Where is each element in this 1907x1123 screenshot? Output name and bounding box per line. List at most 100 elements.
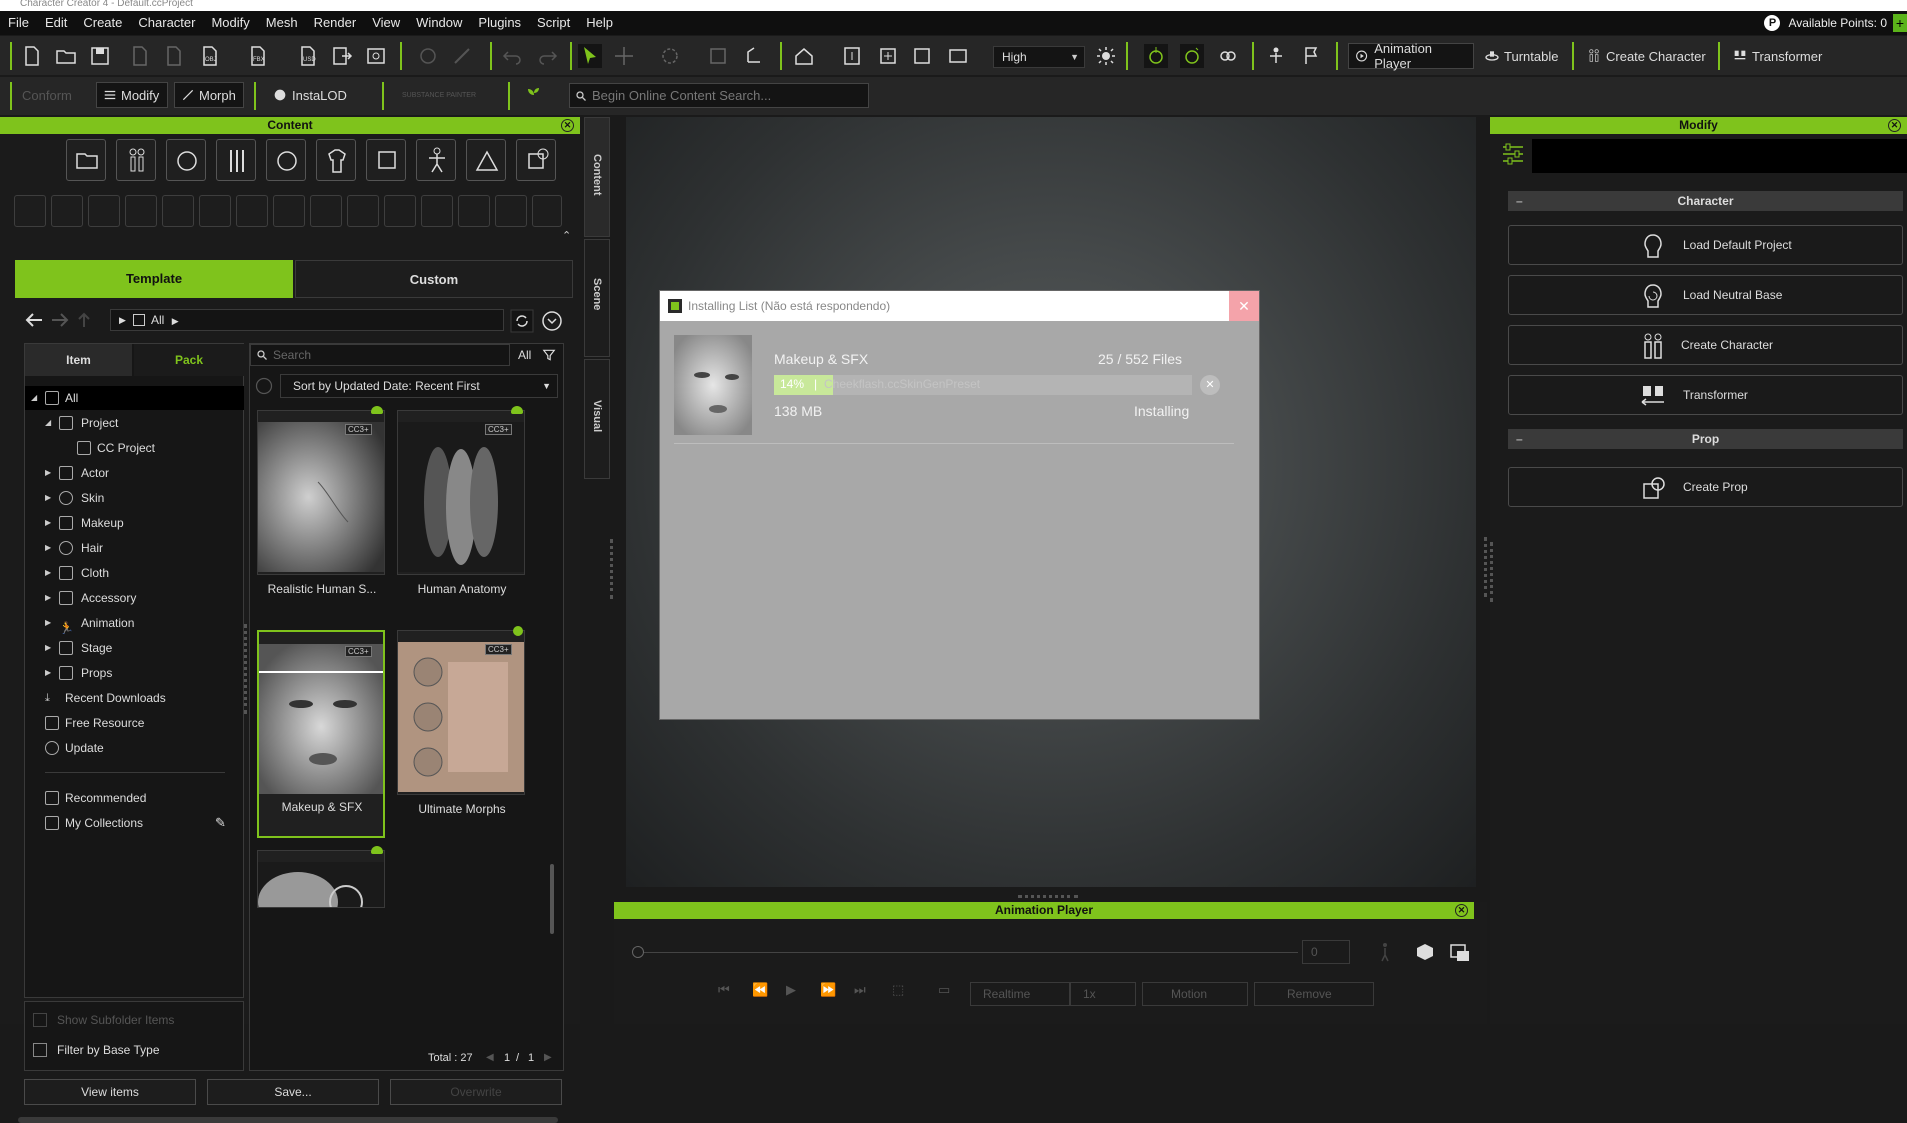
slot[interactable] [125,195,157,227]
prev-page-icon[interactable]: ◀ [486,1052,494,1063]
record-icon[interactable]: ▭ [938,982,950,998]
save-icon[interactable] [88,44,112,68]
frame-icon[interactable] [876,44,900,68]
light-icon[interactable] [1094,44,1118,68]
tree-item-hair[interactable]: ▶ Hair [25,536,244,560]
modify-button[interactable]: Modify [96,82,168,108]
modify-sliders-icon[interactable] [1500,141,1526,167]
category-animation-icon[interactable] [416,139,456,181]
frame-input[interactable]: 0 [1302,940,1350,964]
side-tab-visual[interactable]: Visual [584,359,610,479]
import-icon[interactable] [128,44,152,68]
cloud-download-icon[interactable] [371,406,383,414]
tab-custom[interactable]: Custom [295,260,573,298]
view-items-button[interactable]: View items [24,1079,196,1105]
tree-item-accessory[interactable]: ▶ Accessory [25,586,244,610]
tools-icon[interactable] [450,44,474,68]
export-icon[interactable] [162,44,186,68]
next-page-icon[interactable]: ▶ [544,1052,552,1063]
subtab-pack[interactable]: Pack [134,344,244,376]
animation-player-button[interactable]: Animation Player [1348,41,1474,71]
last-frame-icon[interactable]: ⏭ [854,982,866,998]
sort-order-icon[interactable] [254,376,274,396]
pencil-icon[interactable]: ✎ [215,811,226,835]
category-stage-icon[interactable] [466,139,506,181]
remove-dropdown[interactable]: Remove [1254,982,1374,1006]
timeline-scrubber[interactable] [632,946,644,958]
dialog-close-button[interactable]: ✕ [1229,291,1259,321]
transformer-button[interactable]: Transformer [1726,43,1828,69]
collapse-up-icon[interactable]: ⌃ [562,229,571,242]
filter-all-label[interactable]: All [518,348,531,362]
category-accessory-icon[interactable] [366,139,406,181]
home-icon[interactable] [792,44,816,68]
pivot-icon[interactable] [742,44,766,68]
menu-view[interactable]: View [364,11,408,35]
cloud-download-icon[interactable] [371,846,383,854]
flag-icon[interactable] [1300,44,1324,68]
tree-item-skin[interactable]: ▶ Skin [25,486,244,510]
menu-edit[interactable]: Edit [37,11,75,35]
move-icon[interactable] [612,44,636,68]
category-skin-icon[interactable] [166,139,206,181]
tree-item-actor[interactable]: ▶ Actor [25,461,244,485]
menu-modify[interactable]: Modify [203,11,257,35]
filter-base-checkbox[interactable] [33,1043,47,1057]
slot[interactable] [384,195,416,227]
up-arrow-icon[interactable] [76,311,92,329]
animation-close-icon[interactable]: ✕ [1455,904,1468,917]
turntable-button[interactable]: Turntable [1478,43,1564,69]
tree-item-all[interactable]: ◢ All [25,386,244,410]
open-folder-icon[interactable] [54,44,78,68]
category-folder-icon[interactable] [66,139,106,181]
bake-icon[interactable] [416,44,440,68]
fit-icon[interactable] [840,44,864,68]
quality-dropdown[interactable]: High [993,46,1085,68]
slot[interactable] [532,195,562,227]
instalod-button[interactable]: InstaLOD [266,82,353,108]
tree-item-my-collections[interactable]: My Collections ✎ [25,811,244,835]
dropdown-circle-icon[interactable] [540,309,564,333]
substance-button[interactable]: SUBSTANCE PAINTER [396,82,484,108]
tree-item-cc-project[interactable]: CC Project [25,436,244,460]
walk-icon[interactable] [1376,942,1394,962]
slot[interactable] [273,195,305,227]
realtime-toggle[interactable]: Realtime [970,982,1070,1006]
cloud-download-icon[interactable] [511,406,523,414]
load-default-project-button[interactable]: Load Default Project [1508,225,1903,265]
select-cursor-icon[interactable] [578,44,602,68]
menu-character[interactable]: Character [130,11,203,35]
rotate-icon[interactable] [658,44,682,68]
window-icon[interactable] [1450,944,1470,962]
collapse-prop-icon[interactable]: – [1516,429,1523,449]
create-character-button[interactable]: Create Character [1580,43,1712,69]
tree-item-recent-downloads[interactable]: ⤓ Recent Downloads [25,686,244,710]
slot[interactable] [495,195,527,227]
refresh-icon[interactable] [510,309,534,333]
slot[interactable] [421,195,453,227]
section-prop[interactable]: – Prop [1508,429,1903,449]
slot[interactable] [458,195,490,227]
menu-create[interactable]: Create [75,11,130,35]
modify-close-icon[interactable]: ✕ [1888,119,1901,132]
tab-template[interactable]: Template [15,260,293,298]
load-neutral-base-button[interactable]: Load Neutral Base [1508,275,1903,315]
tree-item-animation[interactable]: ▶ 🏃 Animation [25,611,244,635]
speed-dropdown[interactable]: 1x [1070,982,1136,1006]
category-hair-icon[interactable] [266,139,306,181]
zoom-extent-icon[interactable] [910,44,934,68]
pose-icon[interactable] [1264,44,1288,68]
slot[interactable] [162,195,194,227]
prev-frame-icon[interactable]: ⏪ [752,982,768,998]
back-arrow-icon[interactable] [24,311,44,329]
tree-item-recommended[interactable]: Recommended [25,786,244,810]
slot[interactable] [88,195,120,227]
horizontal-scrollbar[interactable] [18,1117,558,1123]
conform-button[interactable]: Conform [16,82,78,108]
play-icon[interactable]: ▶ [786,982,796,998]
loop-icon[interactable]: ⬚ [892,982,904,998]
next-frame-icon[interactable]: ⏩ [820,982,836,998]
category-props-icon[interactable] [516,139,556,181]
plant-icon[interactable] [522,83,546,107]
camera-icon[interactable] [946,44,970,68]
